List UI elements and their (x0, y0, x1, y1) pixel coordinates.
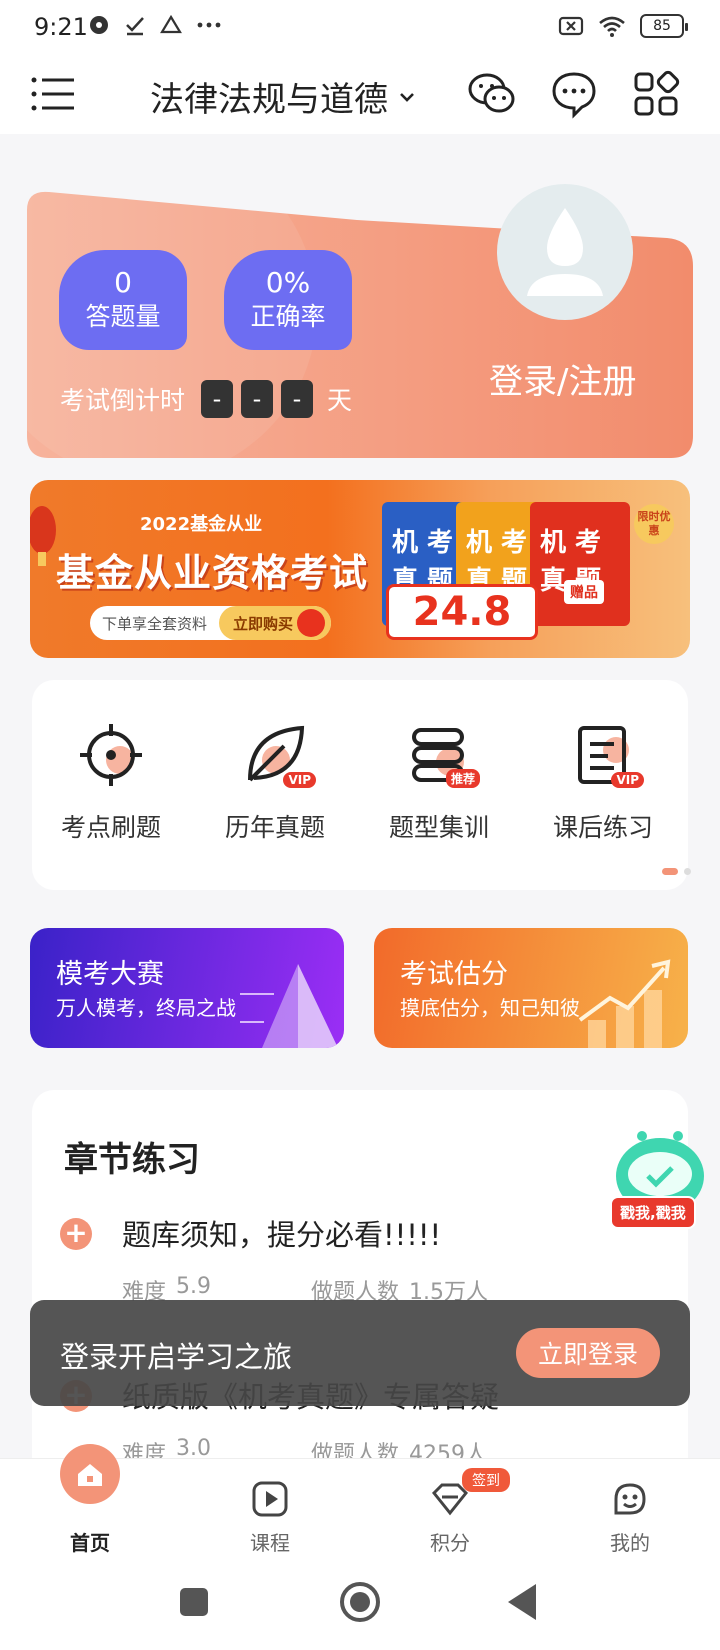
wechat-icon[interactable] (466, 68, 518, 120)
banner-cta-text: 下单享全套资料 (102, 614, 208, 633)
countdown-label: 考试倒计时 (60, 386, 186, 415)
login-now-button[interactable]: 立即登录 (516, 1328, 660, 1378)
questions-count-pill: 0 答题量 (59, 250, 187, 350)
tab-label: 首页 (70, 1531, 110, 1555)
feature-past-exams[interactable]: VIP 历年真题 (200, 720, 350, 844)
drive-icon (160, 14, 182, 34)
login-register-link[interactable]: 登录/注册 (489, 354, 636, 403)
system-nav-bar (0, 1568, 720, 1650)
chapter-heading: 章节练习 (64, 1140, 200, 1180)
user-placeholder-icon (527, 208, 603, 296)
wifi-icon (599, 16, 625, 37)
book-text: 机 考 (392, 528, 454, 558)
mock-exam-card[interactable]: 模考大赛 万人模考，终局之战 (30, 928, 344, 1048)
accuracy-pill: 0% 正确率 (224, 250, 352, 350)
feature-card: 考点刷题 VIP 历年真题 推荐 题型集训 VIP 课后练习 (32, 680, 691, 890)
status-icons-right: 85 (558, 14, 688, 38)
rising-chart-icon (578, 959, 671, 1048)
home-icon[interactable] (60, 1444, 120, 1504)
countdown-digit: - (201, 380, 234, 418)
promo-title: 考试估分 (400, 959, 508, 990)
login-prompt-toast: 登录开启学习之旅 立即登录 (30, 1300, 690, 1406)
feature-label: 课后练习 (552, 813, 653, 842)
more-dots-icon (197, 22, 221, 28)
vip-tag: VIP (611, 772, 644, 788)
status-icons-left (88, 14, 222, 36)
countdown-digit: - (281, 380, 314, 418)
chevron-down-icon (400, 92, 414, 102)
target-icon (76, 720, 146, 790)
subject-title: 法律法规与道德 (150, 80, 388, 120)
banner-year: 2022基金从业 (140, 514, 263, 535)
apps-grid-icon[interactable] (630, 68, 682, 120)
download-done-icon (126, 17, 144, 36)
feature-label: 考点刷题 (60, 813, 161, 842)
feature-label: 历年真题 (224, 813, 325, 842)
buy-now-button[interactable]: 立即购买 (219, 606, 332, 640)
pager-dot-active (662, 868, 678, 875)
recommend-tag: 推荐 (445, 769, 480, 788)
notebook-icon: VIP (568, 720, 644, 790)
book-text: 机 考 (540, 528, 602, 558)
tab-courses[interactable]: 课程 (210, 1479, 330, 1556)
feature-question-types[interactable]: 推荐 题型集训 (364, 720, 514, 844)
questions-count-value: 0 (114, 266, 132, 299)
chapter-item-title: 题库须知，提分必看!!!!! (122, 1218, 442, 1252)
score-estimate-card[interactable]: 考试估分 摸底估分，知己知彼 (374, 928, 688, 1048)
pager-dot (684, 868, 691, 875)
recent-apps-button[interactable] (180, 1588, 208, 1616)
pyramid-icon (240, 964, 338, 1048)
expand-plus-icon[interactable]: + (60, 1218, 92, 1250)
leaf-icon: VIP (240, 720, 316, 790)
back-button[interactable] (508, 1584, 536, 1620)
promo-banner[interactable]: 2022基金从业 基金从业资格考试 下单享全套资料 立即购买 机 考 真 题 机… (30, 480, 690, 658)
status-bar: 9:21 85 (0, 0, 720, 54)
exam-countdown: 考试倒计时 - - - 天 (60, 380, 352, 418)
play-icon (250, 1479, 290, 1519)
status-time: 9:21 (34, 13, 88, 41)
countdown-digit: - (241, 380, 274, 418)
subject-selector[interactable]: 法律法规与道德 (150, 72, 416, 121)
feature-homework[interactable]: VIP 课后练习 (528, 720, 678, 844)
promo-subtitle: 摸底估分，知己知彼 (400, 996, 580, 1020)
gift-label: 赠品 (564, 580, 604, 604)
promo-subtitle: 万人模考，终局之战 (56, 996, 236, 1020)
banner-title: 基金从业资格考试 (56, 551, 369, 595)
feature-label: 题型集训 (388, 813, 489, 842)
book-cover: 机 考 真 题 (530, 502, 630, 626)
vip-tag: VIP (283, 772, 316, 788)
gear-icon (90, 16, 108, 34)
price-tag: 24.8 (386, 584, 538, 640)
chat-icon[interactable] (548, 68, 600, 120)
mascot-tag[interactable]: 戳我,戳我 (610, 1196, 696, 1229)
tab-label: 积分 (430, 1531, 470, 1555)
login-prompt-text: 登录开启学习之旅 (60, 1340, 293, 1374)
app-header: 法律法规与道德 (0, 54, 720, 134)
banner-cta[interactable]: 下单享全套资料 立即购买 (90, 606, 332, 640)
book-text: 机 考 (466, 528, 528, 558)
questions-count-label: 答题量 (85, 302, 161, 331)
home-button[interactable] (340, 1582, 380, 1622)
countdown-unit: 天 (327, 386, 353, 415)
promo-title: 模考大赛 (56, 959, 164, 990)
face-icon (610, 1479, 650, 1519)
tab-mine[interactable]: 我的 (570, 1479, 690, 1556)
sim-off-icon (558, 16, 584, 36)
battery-indicator: 85 (640, 14, 688, 38)
avatar[interactable] (497, 184, 633, 320)
feature-pager (662, 868, 691, 875)
accuracy-value: 0% (265, 266, 311, 299)
feature-practice-points[interactable]: 考点刷题 (36, 720, 186, 844)
checkin-badge[interactable]: 签到 (462, 1468, 510, 1492)
menu-icon[interactable] (30, 74, 78, 114)
stack-icon: 推荐 (404, 720, 480, 790)
limited-offer-badge: 限时优惠 (634, 504, 674, 544)
accuracy-label: 正确率 (250, 302, 326, 331)
profile-card: 0 答题量 0% 正确率 考试倒计时 - - - 天 登录/注册 (27, 184, 693, 458)
tab-label: 我的 (610, 1531, 650, 1555)
tab-label: 课程 (250, 1531, 290, 1555)
